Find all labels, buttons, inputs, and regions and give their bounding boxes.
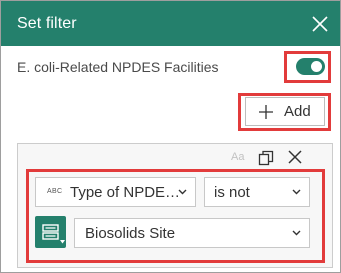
delete-expression-button[interactable] bbox=[287, 149, 303, 165]
set-filter-panel: Set filter E. coli-Related NPDES Facilit… bbox=[0, 0, 341, 273]
delete-icon bbox=[288, 150, 302, 164]
add-highlight-box bbox=[238, 93, 331, 131]
panel-title: Set filter bbox=[17, 15, 77, 32]
expression-highlight-box bbox=[26, 169, 325, 263]
copy-icon bbox=[258, 150, 274, 166]
layer-name: E. coli-Related NPDES Facilities bbox=[17, 59, 219, 75]
panel-header: Set filter bbox=[1, 1, 340, 46]
case-sensitive-toggle[interactable]: Aa bbox=[231, 151, 244, 163]
copy-button[interactable] bbox=[258, 150, 274, 166]
close-button[interactable] bbox=[310, 14, 330, 34]
close-icon bbox=[312, 16, 328, 32]
toggle-highlight-box bbox=[284, 51, 331, 83]
